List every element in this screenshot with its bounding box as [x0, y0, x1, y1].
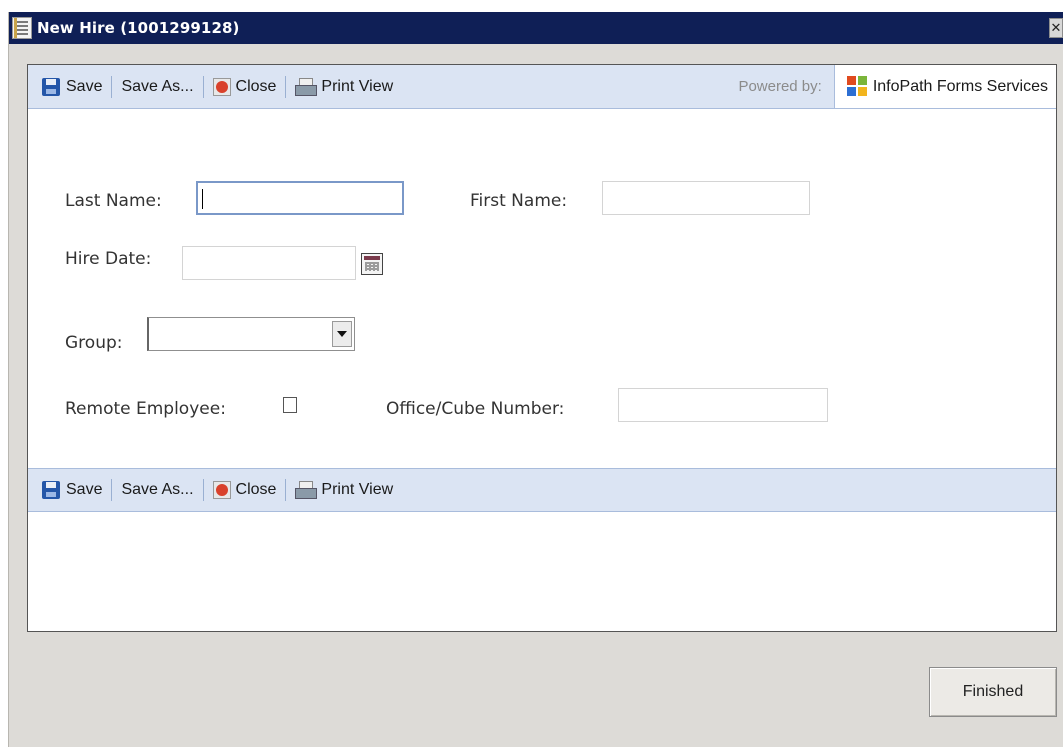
- title-bar: New Hire (1001299128) ✕: [9, 12, 1063, 44]
- hire-date-input[interactable]: [182, 246, 356, 280]
- infopath-forms-services-link[interactable]: InfoPath Forms Services: [833, 65, 1056, 108]
- close-form-button[interactable]: Close: [212, 481, 277, 499]
- close-document-icon: [212, 77, 231, 96]
- office-cube-input[interactable]: [618, 388, 828, 422]
- close-document-icon: [212, 481, 231, 499]
- print-view-button[interactable]: Print View: [295, 77, 394, 96]
- toolbar-separator: [202, 75, 204, 98]
- remote-employee-label: Remote Employee:: [65, 399, 226, 419]
- powered-by-label: Powered by:: [738, 78, 822, 95]
- save-button[interactable]: Save: [42, 481, 102, 499]
- close-label: Close: [235, 481, 277, 498]
- toolbar-separator: [285, 75, 287, 98]
- group-select[interactable]: [147, 317, 355, 351]
- window-title: New Hire (1001299128): [37, 19, 240, 37]
- save-button[interactable]: Save: [42, 77, 103, 96]
- office-cube-label: Office/Cube Number:: [386, 399, 565, 419]
- print-view-button[interactable]: Print View: [295, 481, 393, 499]
- finished-label: Finished: [962, 683, 1024, 700]
- calendar-icon[interactable]: [361, 253, 383, 275]
- new-hire-dialog: New Hire (1001299128) ✕ Save Save As... …: [8, 12, 1063, 747]
- finished-button[interactable]: Finished: [929, 667, 1057, 717]
- save-as-button[interactable]: Save As...: [121, 481, 193, 499]
- print-view-label: Print View: [321, 77, 394, 95]
- save-as-button[interactable]: Save As...: [121, 78, 193, 96]
- window-close-button[interactable]: ✕: [1049, 18, 1063, 38]
- toolbar-separator: [285, 479, 287, 501]
- toolbar-separator: [111, 479, 113, 501]
- toolbar-separator: [202, 479, 204, 501]
- chevron-down-icon[interactable]: [332, 321, 352, 347]
- save-label: Save: [66, 481, 103, 498]
- printer-icon: [295, 77, 318, 96]
- text-caret: [202, 189, 203, 209]
- first-name-label: First Name:: [470, 191, 568, 211]
- infopath-logo-icon: [846, 75, 869, 98]
- last-name-input[interactable]: [196, 181, 404, 215]
- remote-employee-checkbox[interactable]: [283, 397, 297, 413]
- top-toolbar: Save Save As... Close Print View Powered…: [28, 65, 1056, 109]
- print-view-label: Print View: [321, 481, 394, 498]
- group-label: Group:: [65, 333, 123, 353]
- save-as-label: Save As...: [121, 77, 194, 95]
- hire-date-label: Hire Date:: [65, 249, 152, 269]
- infopath-form-frame: Save Save As... Close Print View Powered…: [27, 64, 1057, 632]
- toolbar-separator: [111, 75, 113, 98]
- close-label: Close: [235, 77, 277, 95]
- infopath-label: InfoPath Forms Services: [872, 77, 1048, 95]
- last-name-label: Last Name:: [65, 191, 162, 211]
- powered-by: Powered by: InfoPath Forms Services: [738, 65, 1056, 108]
- printer-icon: [295, 481, 318, 499]
- save-icon: [42, 481, 60, 499]
- close-form-button[interactable]: Close: [212, 77, 277, 96]
- form-document-icon: [12, 17, 32, 39]
- close-icon: ✕: [1050, 20, 1062, 36]
- first-name-input[interactable]: [602, 181, 810, 215]
- bottom-toolbar: Save Save As... Close Print View: [28, 468, 1056, 512]
- save-as-label: Save As...: [121, 481, 194, 498]
- save-icon: [42, 77, 60, 96]
- save-label: Save: [66, 77, 103, 95]
